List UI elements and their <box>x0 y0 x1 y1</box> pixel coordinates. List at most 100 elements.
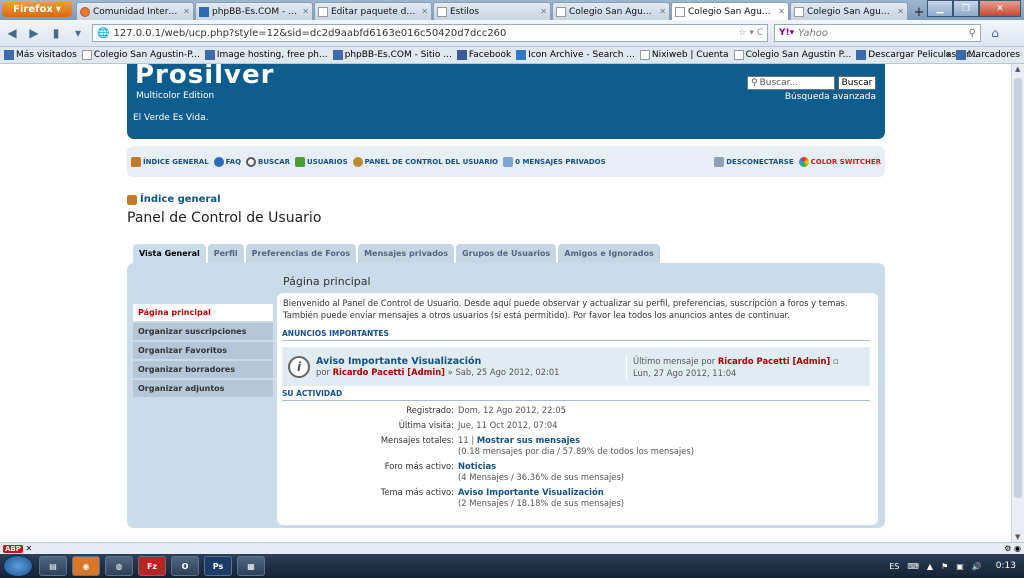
browser-tab[interactable]: Colegio San Agusti... ✕ <box>552 2 670 20</box>
browser-tab[interactable]: Comunidad Interfor... ✕ <box>76 2 194 20</box>
color-switcher-link[interactable]: COLOR SWITCHER <box>798 156 881 167</box>
close-tab-icon[interactable]: ✕ <box>183 7 190 16</box>
more-bookmarks-button[interactable]: » <box>945 50 951 60</box>
announcement-title-link[interactable]: Aviso Importante Visualización <box>316 356 626 367</box>
advanced-search-link[interactable]: Búsqueda avanzada <box>785 92 876 102</box>
nav-search-link[interactable]: BUSCAR <box>246 156 290 167</box>
show-posts-link[interactable]: Mostrar sus mensajes <box>477 435 580 445</box>
facebook-icon <box>456 50 467 60</box>
browser-tab[interactable]: Colegio San Agusti... ✕ <box>790 2 908 20</box>
close-window-icon[interactable]: ✕ <box>979 0 1021 17</box>
bookmark-item[interactable]: phpBB-Es.COM - Sitio ... <box>332 50 452 60</box>
addon-icons[interactable]: ⚙ ◉ <box>1004 544 1021 553</box>
browser-tab[interactable]: phpBB-Es.COM - Sit... ✕ <box>195 2 313 20</box>
language-indicator[interactable]: ES <box>889 562 899 571</box>
last-post-author-link[interactable]: Ricardo Pacetti [Admin] <box>718 356 830 366</box>
home-icon[interactable]: ⌂ <box>987 26 1003 40</box>
web-search-field[interactable]: Y!▾ Yahoo ⚲ <box>774 24 981 42</box>
bookmark-item[interactable]: Colegio San Agustin P... <box>733 50 851 60</box>
bookmark-item[interactable]: Image hosting, free ph... <box>204 50 328 60</box>
view-latest-icon[interactable]: ▫ <box>833 356 839 366</box>
nav-faq-link[interactable]: FAQ <box>213 156 241 167</box>
back-icon[interactable]: ◀ <box>4 26 20 40</box>
flag-icon[interactable]: ⚑ <box>941 562 948 571</box>
tab-preferences[interactable]: Preferencias de Foros <box>245 244 357 263</box>
bookmark-item[interactable]: Facebook <box>456 50 511 60</box>
breadcrumb[interactable]: Índice general <box>127 194 221 205</box>
tab-profile[interactable]: Perfil <box>207 244 244 263</box>
nav-pm-link[interactable]: 0 MENSAJES PRIVADOS <box>503 156 606 167</box>
page-scrollbar[interactable]: ▲ ▼ <box>1011 64 1024 542</box>
yahoo-icon[interactable]: Y!▾ <box>779 28 794 38</box>
network-icon[interactable]: ▣ <box>956 562 964 571</box>
new-tab-button[interactable]: + <box>909 4 929 20</box>
close-tab-icon[interactable]: ✕ <box>778 7 785 16</box>
nav-users-link[interactable]: USUARIOS <box>295 156 348 167</box>
history-icon[interactable]: ▾ <box>70 26 86 40</box>
keyboard-icon[interactable]: ⌨ <box>907 562 919 571</box>
close-addon-bar-icon[interactable]: ✕ <box>25 544 32 553</box>
bookmark-item[interactable]: Nixiweb | Cuenta <box>639 50 729 60</box>
bookmark-icon <box>204 50 215 60</box>
bookmark-item[interactable]: Icon Archive - Search ... <box>516 50 635 60</box>
adblock-icon[interactable]: ABP <box>3 545 23 553</box>
activity-stats: Registrado: Dom, 12 Ago 2012, 22:05 Últim… <box>282 405 870 513</box>
opera-taskbar-icon[interactable]: O <box>171 556 199 576</box>
most-active-forum-link[interactable]: Noticias <box>458 461 496 471</box>
search-button[interactable]: Buscar <box>838 76 876 90</box>
bookmark-item[interactable]: Más visitados <box>4 50 77 60</box>
firefox-taskbar-icon[interactable]: ◉ <box>72 556 100 576</box>
scroll-up-icon[interactable]: ▲ <box>1015 65 1020 73</box>
bookmark-item[interactable]: Colegio San Agustin-P... <box>81 50 200 60</box>
close-tab-icon[interactable]: ✕ <box>540 7 547 16</box>
close-tab-icon[interactable]: ✕ <box>421 7 428 16</box>
tab-private-messages[interactable]: Mensajes privados <box>358 244 455 263</box>
url-bar-actions[interactable]: ☆ ▾ C <box>738 28 763 38</box>
logout-link[interactable]: DESCONECTARSE <box>714 156 794 167</box>
menu-item-subscriptions[interactable]: Organizar suscripciones <box>133 323 273 340</box>
minimize-icon[interactable]: ▁ <box>927 0 953 17</box>
nav-index-link[interactable]: ÍNDICE GENERAL <box>131 156 209 167</box>
explorer-taskbar-icon[interactable]: ▤ <box>39 556 67 576</box>
tab-groups[interactable]: Grupos de Usuarios <box>456 244 557 263</box>
nav-ucp-link[interactable]: PANEL DE CONTROL DEL USUARIO <box>352 156 498 167</box>
signal-icon: ▮ <box>52 26 60 40</box>
tab-friends[interactable]: Amigos e Ignorados <box>558 244 660 263</box>
scroll-down-icon[interactable]: ▼ <box>1015 533 1020 541</box>
close-tab-icon[interactable]: ✕ <box>302 7 309 16</box>
close-tab-icon[interactable]: ✕ <box>659 7 666 16</box>
header-search-input[interactable]: ⚲ Buscar... <box>747 76 835 90</box>
firefox-menu-button[interactable]: Firefox ▾ <box>2 2 72 17</box>
site-logo[interactable]: Prosilver <box>135 64 274 90</box>
bookmarks-toolbar: Más visitados Colegio San Agustin-P... I… <box>0 47 1024 64</box>
most-active-topic-link[interactable]: Aviso Importante Visualización <box>458 487 604 497</box>
filezilla-taskbar-icon[interactable]: Fz <box>138 556 166 576</box>
bookmarks-menu-button[interactable]: Marcadores <box>955 50 1020 60</box>
menu-item-drafts[interactable]: Organizar borradores <box>133 361 273 378</box>
search-placeholder: Yahoo <box>798 27 829 39</box>
browser-tab[interactable]: Estilos ✕ <box>433 2 551 20</box>
bookmark-label: Nixiweb | Cuenta <box>651 50 729 60</box>
tab-title: Colegio San Agusti... <box>807 6 895 17</box>
restore-icon[interactable]: ❐ <box>953 0 979 17</box>
menu-item-main-page[interactable]: Página principal <box>133 304 273 321</box>
browser-tab-active[interactable]: Colegio San Agusti... ✕ <box>671 2 789 20</box>
clock[interactable]: 0:13 <box>996 561 1016 571</box>
photoshop-taskbar-icon[interactable]: Ps <box>204 556 232 576</box>
chrome-taskbar-icon[interactable]: ◍ <box>105 556 133 576</box>
home-icon <box>127 194 137 205</box>
notes-taskbar-icon[interactable]: ▦ <box>237 556 265 576</box>
magnifier-icon[interactable]: ⚲ <box>969 28 976 39</box>
scroll-thumb[interactable] <box>1014 78 1022 498</box>
announcement-author-link[interactable]: Ricardo Pacetti [Admin] <box>333 367 445 377</box>
menu-item-favorites[interactable]: Organizar Favoritos <box>133 342 273 359</box>
tab-overview[interactable]: Vista General <box>133 244 206 263</box>
forward-icon[interactable]: ▶ <box>26 26 42 40</box>
menu-item-attachments[interactable]: Organizar adjuntos <box>133 380 273 397</box>
tray-expand-icon[interactable]: ▲ <box>927 562 933 571</box>
close-tab-icon[interactable]: ✕ <box>897 7 904 16</box>
url-bar[interactable]: 🌐 127.0.0.1/web/ucp.php?style=12&sid=dc2… <box>92 24 768 42</box>
browser-tab[interactable]: Editar paquete de i... ✕ <box>314 2 432 20</box>
start-button-icon[interactable] <box>3 555 33 577</box>
volume-icon[interactable]: 🔊 <box>972 562 982 571</box>
